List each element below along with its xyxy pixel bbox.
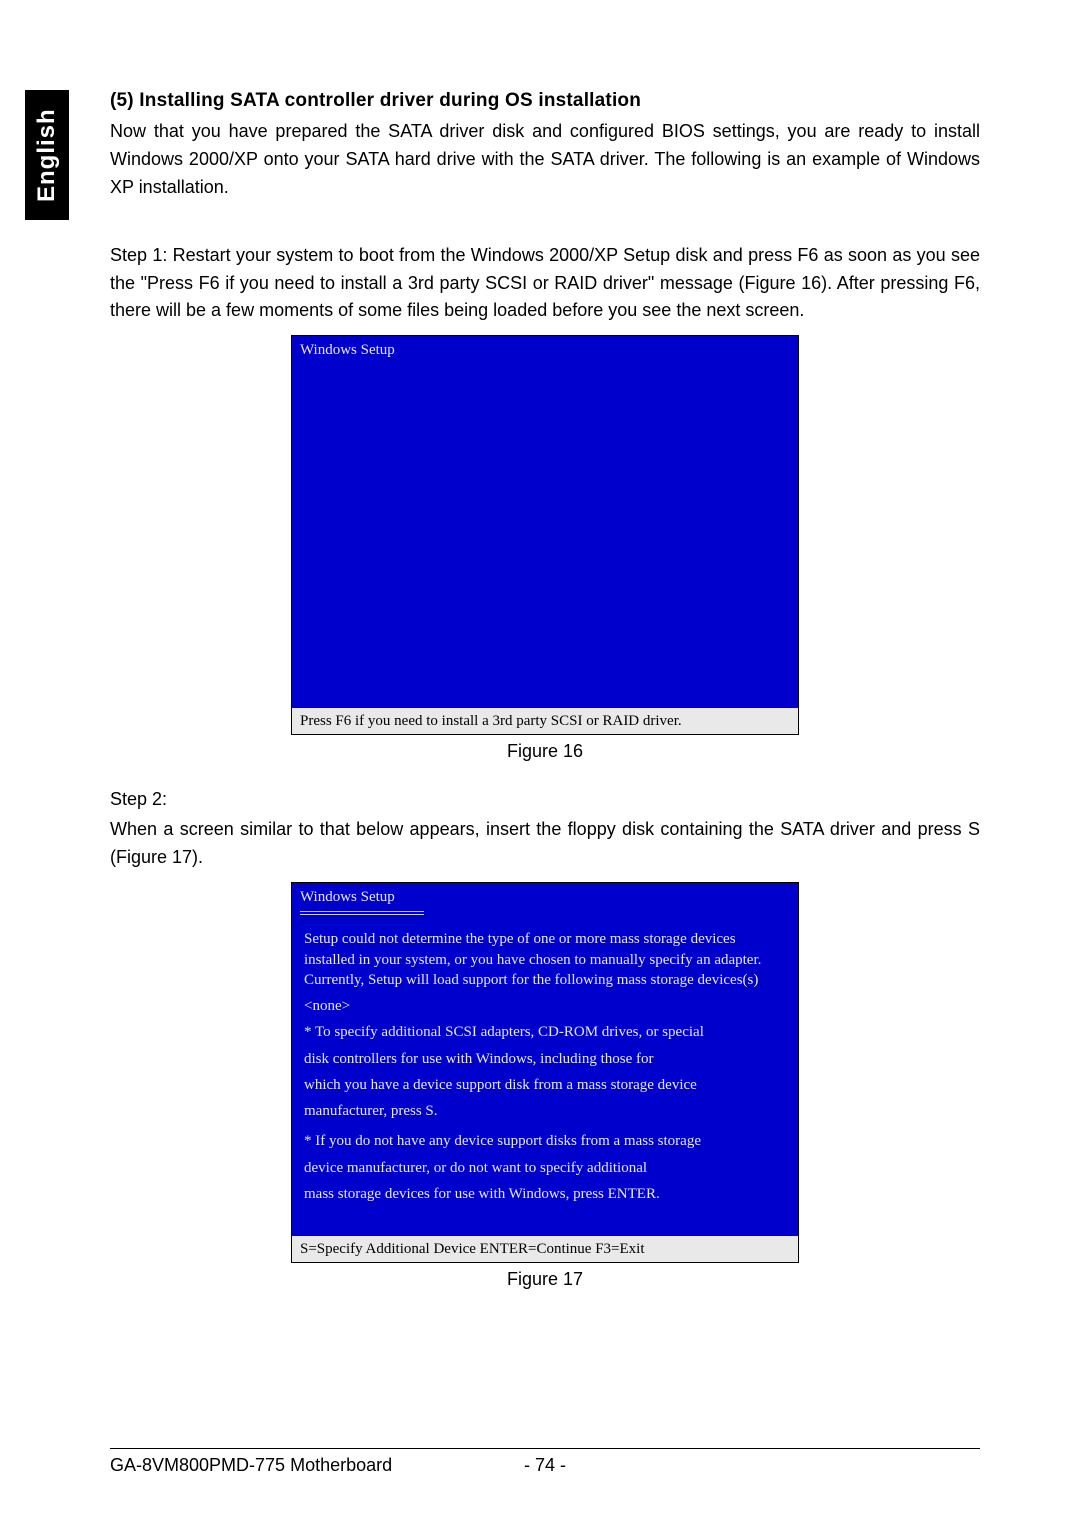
- figure-17: Windows Setup Setup could not determine …: [110, 882, 980, 1290]
- setup-statusbar-2: S=Specify Additional Device ENTER=Contin…: [292, 1236, 798, 1262]
- intro-paragraph: Now that you have prepared the SATA driv…: [110, 118, 980, 202]
- step2-label: Step 2:: [110, 786, 980, 814]
- b2-l3: mass storage devices for use with Window…: [304, 1184, 786, 1204]
- windows-setup-screen-1: Windows Setup Press F6 if you need to in…: [291, 335, 799, 735]
- language-tab: English: [25, 90, 69, 220]
- footer-page-number: - 74 -: [505, 1455, 585, 1476]
- setup-bullet-1: * To specify additional SCSI adapters, C…: [304, 1022, 786, 1121]
- footer-right: [585, 1455, 980, 1476]
- page: English (5) Installing SATA controller d…: [0, 0, 1080, 1532]
- b1-l2: disk controllers for use with Windows, i…: [304, 1049, 786, 1069]
- page-footer: GA-8VM800PMD-775 Motherboard - 74 -: [110, 1448, 980, 1476]
- b1-l3: which you have a device support disk fro…: [304, 1075, 786, 1095]
- figure-17-caption: Figure 17: [507, 1269, 583, 1290]
- b2-l2: device manufacturer, or do not want to s…: [304, 1158, 786, 1178]
- content-area: (5) Installing SATA controller driver du…: [110, 90, 980, 1290]
- footer-left: GA-8VM800PMD-775 Motherboard: [110, 1455, 505, 1476]
- step1-paragraph: Step 1: Restart your system to boot from…: [110, 242, 980, 326]
- setup-title: Windows Setup: [292, 336, 798, 362]
- b1-l4: manufacturer, press S.: [304, 1101, 786, 1121]
- step2-paragraph: When a screen similar to that below appe…: [110, 816, 980, 872]
- setup-none: <none>: [304, 996, 786, 1016]
- language-tab-text: English: [33, 108, 61, 202]
- setup-body: Setup could not determine the type of on…: [292, 915, 798, 1234]
- setup-bullet-2: * If you do not have any device support …: [304, 1131, 786, 1204]
- windows-setup-screen-2: Windows Setup Setup could not determine …: [291, 882, 799, 1263]
- figure-16: Windows Setup Press F6 if you need to in…: [110, 335, 980, 762]
- spacer: [110, 212, 980, 242]
- section-heading: (5) Installing SATA controller driver du…: [110, 90, 980, 112]
- setup-statusbar: Press F6 if you need to install a 3rd pa…: [292, 708, 798, 734]
- figure-16-caption: Figure 16: [507, 741, 583, 762]
- b1-l1: * To specify additional SCSI adapters, C…: [304, 1022, 786, 1042]
- setup-msg-1: Setup could not determine the type of on…: [304, 929, 786, 990]
- setup-title-2: Windows Setup: [292, 883, 798, 909]
- b2-l1: * If you do not have any device support …: [304, 1131, 786, 1151]
